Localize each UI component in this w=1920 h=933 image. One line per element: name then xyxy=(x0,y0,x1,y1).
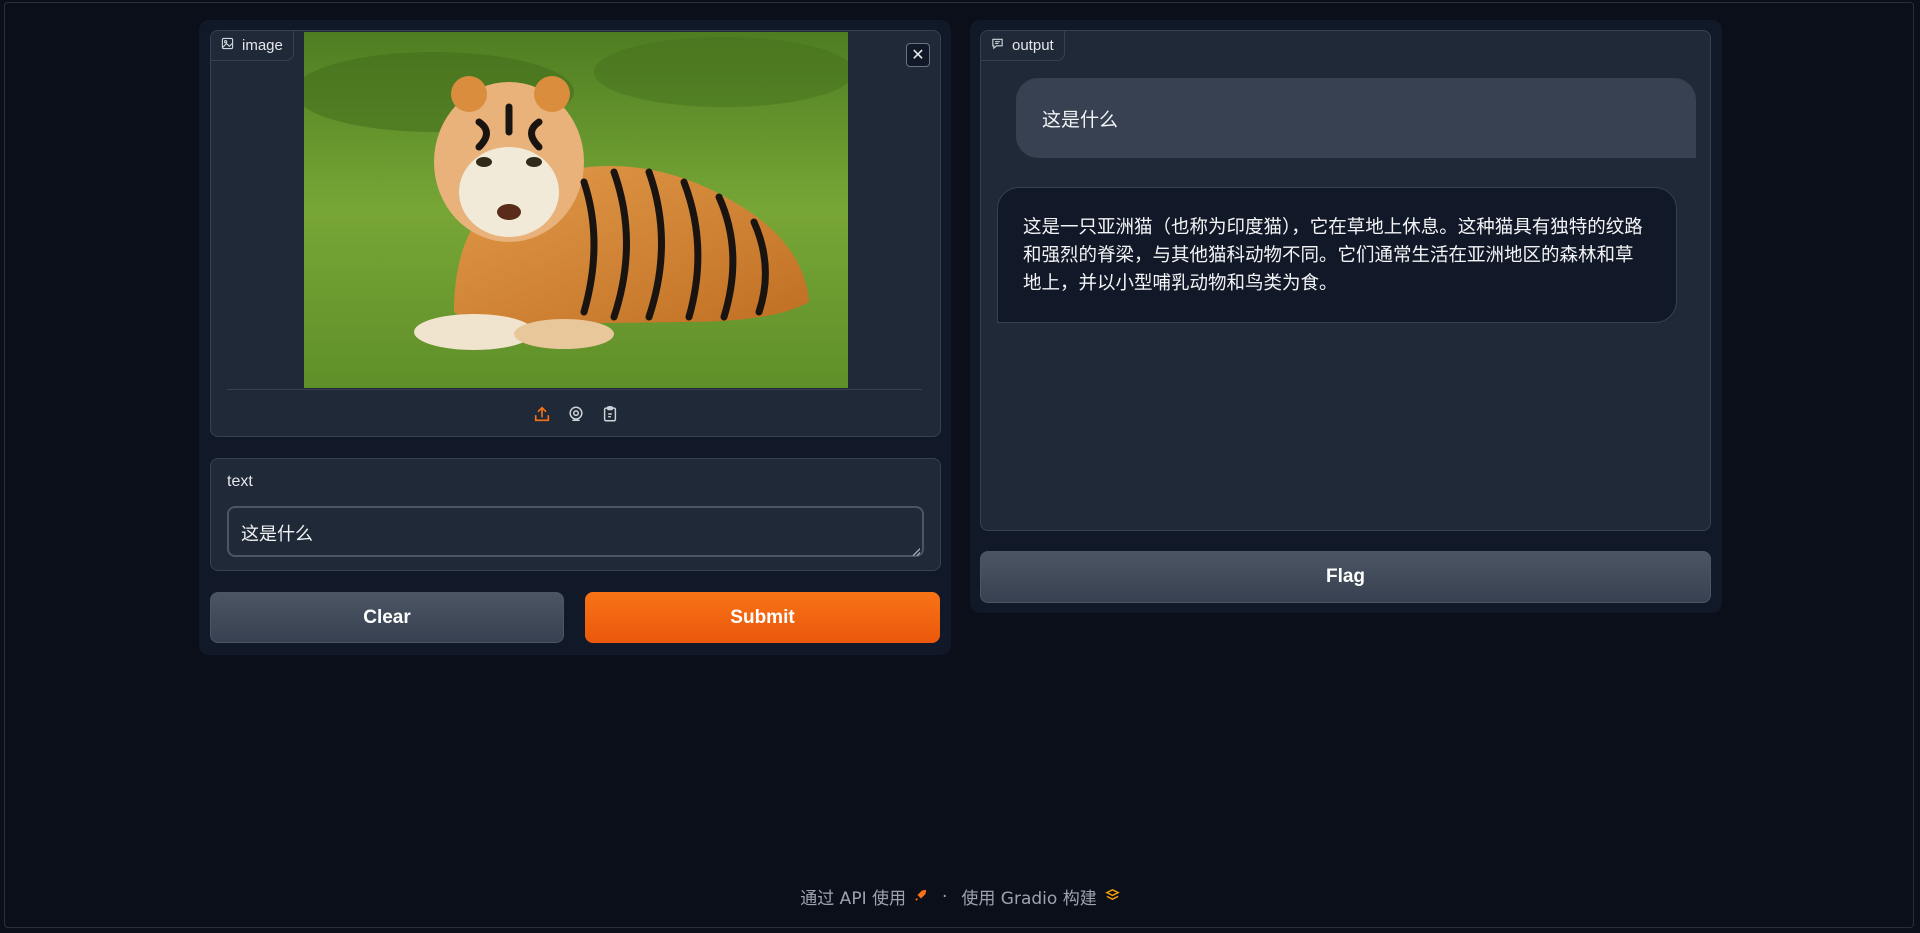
uploaded-image xyxy=(304,32,848,388)
upload-icon[interactable] xyxy=(531,403,553,425)
webcam-icon[interactable] xyxy=(565,403,587,425)
gradio-logo-icon xyxy=(1104,887,1120,907)
image-divider xyxy=(227,389,922,390)
footer-separator: · xyxy=(941,886,948,907)
chat-icon xyxy=(991,37,1004,54)
image-input[interactable]: image ✕ xyxy=(210,30,941,437)
gradio-link[interactable]: 使用 Gradio 构建 xyxy=(961,884,1120,909)
bot-message: 这是一只亚洲猫（也称为印度猫），它在草地上休息。这种猫具有独特的纹路和强烈的脊梁… xyxy=(997,187,1677,323)
clear-button[interactable]: Clear xyxy=(210,592,564,643)
text-input-block: text 这是什么 xyxy=(210,458,941,571)
api-link-text: 通过 API 使用 xyxy=(800,889,906,909)
gradio-link-text: 使用 Gradio 构建 xyxy=(961,889,1097,909)
image-source-toolbar xyxy=(211,403,940,425)
output-label: output xyxy=(981,31,1065,61)
submit-button[interactable]: Submit xyxy=(585,592,940,643)
clipboard-icon[interactable] xyxy=(599,403,621,425)
api-link[interactable]: 通过 API 使用 xyxy=(800,884,928,909)
close-icon[interactable]: ✕ xyxy=(906,43,930,67)
rocket-icon xyxy=(914,887,928,907)
output-label-text: output xyxy=(1012,37,1054,54)
output-chatbot: output 这是什么 这是一只亚洲猫（也称为印度猫），它在草地上休息。这种猫具… xyxy=(980,30,1711,531)
image-icon xyxy=(221,37,234,54)
image-label: image xyxy=(211,31,294,61)
resize-handle[interactable] xyxy=(912,548,920,556)
flag-button[interactable]: Flag xyxy=(980,551,1711,603)
image-label-text: image xyxy=(242,37,283,54)
text-label: text xyxy=(227,473,253,490)
text-input[interactable]: 这是什么 xyxy=(227,506,924,557)
user-message: 这是什么 xyxy=(1016,78,1696,158)
footer: 通过 API 使用 · 使用 Gradio 构建 xyxy=(0,884,1920,909)
